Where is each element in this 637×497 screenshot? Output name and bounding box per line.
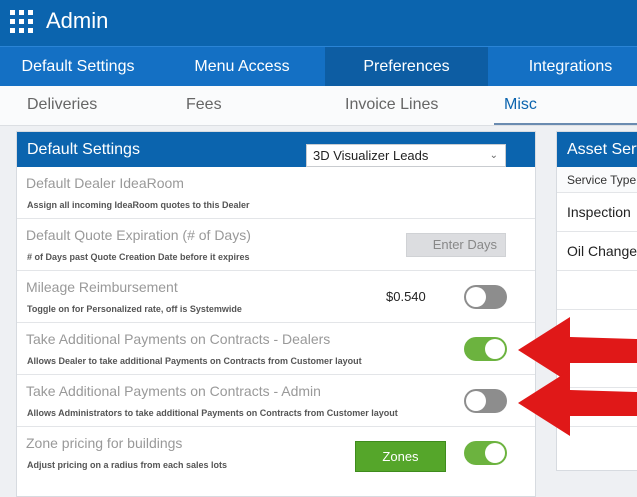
setting-title: Take Additional Payments on Contracts - … xyxy=(26,383,321,399)
table-row[interactable] xyxy=(557,271,637,310)
setting-row-dealer-idearoom: Default Dealer IdeaRoom Assign all incom… xyxy=(17,167,535,219)
setting-title: Take Additional Payments on Contracts - … xyxy=(26,331,331,347)
tab-default-settings[interactable]: Default Settings xyxy=(0,47,156,87)
setting-row-mileage: Mileage Reimbursement Toggle on for Pers… xyxy=(17,271,535,323)
setting-description: Adjust pricing on a radius from each sal… xyxy=(27,460,228,470)
zone-pricing-toggle[interactable] xyxy=(464,441,507,465)
subtab-fees[interactable]: Fees xyxy=(186,86,222,125)
subtab-invoice-lines[interactable]: Invoice Lines xyxy=(345,86,438,125)
app-title: Admin xyxy=(46,8,109,33)
zones-button[interactable]: Zones xyxy=(355,441,446,472)
setting-row-zone-pricing: Zone pricing for buildings Adjust pricin… xyxy=(17,427,535,479)
payments-admin-toggle[interactable] xyxy=(464,389,507,413)
payments-dealers-toggle[interactable] xyxy=(464,337,507,361)
setting-title: Default Quote Expiration (# of Days) xyxy=(26,227,251,243)
top-bar: Admin xyxy=(0,0,637,46)
mileage-rate-value: $0.540 xyxy=(386,289,426,304)
setting-description: Toggle on for Personalized rate, off is … xyxy=(27,304,242,314)
panel-title: Asset Serv xyxy=(557,132,637,167)
table-row[interactable]: Oil Change xyxy=(557,232,637,271)
tab-menu-access[interactable]: Menu Access xyxy=(165,47,319,87)
setting-row-payments-dealers: Take Additional Payments on Contracts - … xyxy=(17,323,535,375)
table-row[interactable]: Inspection xyxy=(557,193,637,232)
chevron-down-icon: ⌄ xyxy=(489,150,498,161)
tab-preferences[interactable]: Preferences xyxy=(325,47,488,87)
setting-description: Allows Dealer to take additional Payment… xyxy=(27,356,362,366)
setting-row-payments-admin: Take Additional Payments on Contracts - … xyxy=(17,375,535,427)
dealer-select[interactable]: 3D Visualizer Leads ⌄ xyxy=(306,144,506,167)
setting-description: Assign all incoming IdeaRoom quotes to t… xyxy=(27,200,250,210)
toggle-knob xyxy=(485,443,505,463)
setting-title: Zone pricing for buildings xyxy=(26,435,183,451)
column-header-service-type[interactable]: Service Type xyxy=(557,167,637,193)
setting-description: # of Days past Quote Creation Date befor… xyxy=(27,252,250,262)
setting-title: Mileage Reimbursement xyxy=(26,279,178,295)
mileage-toggle[interactable] xyxy=(464,285,507,309)
default-settings-panel: Default Settings Default Dealer IdeaRoom… xyxy=(16,131,536,497)
dealer-select-value: 3D Visualizer Leads xyxy=(313,148,429,163)
annotation-arrow-icon xyxy=(518,370,637,436)
sub-tabs: Deliveries Fees Invoice Lines Misc xyxy=(0,86,637,126)
expiration-days-input[interactable]: Enter Days xyxy=(406,233,506,257)
toggle-knob xyxy=(466,391,486,411)
toggle-knob xyxy=(485,339,505,359)
main-tabs: Default Settings Menu Access Preferences… xyxy=(0,46,637,87)
setting-description: Allows Administrators to take additional… xyxy=(27,408,398,418)
grid-icon[interactable] xyxy=(10,10,33,33)
subtab-deliveries[interactable]: Deliveries xyxy=(27,86,97,125)
setting-title: Default Dealer IdeaRoom xyxy=(26,175,184,191)
subtab-misc[interactable]: Misc xyxy=(494,86,637,125)
tab-integrations[interactable]: Integrations xyxy=(498,47,637,87)
toggle-knob xyxy=(466,287,486,307)
